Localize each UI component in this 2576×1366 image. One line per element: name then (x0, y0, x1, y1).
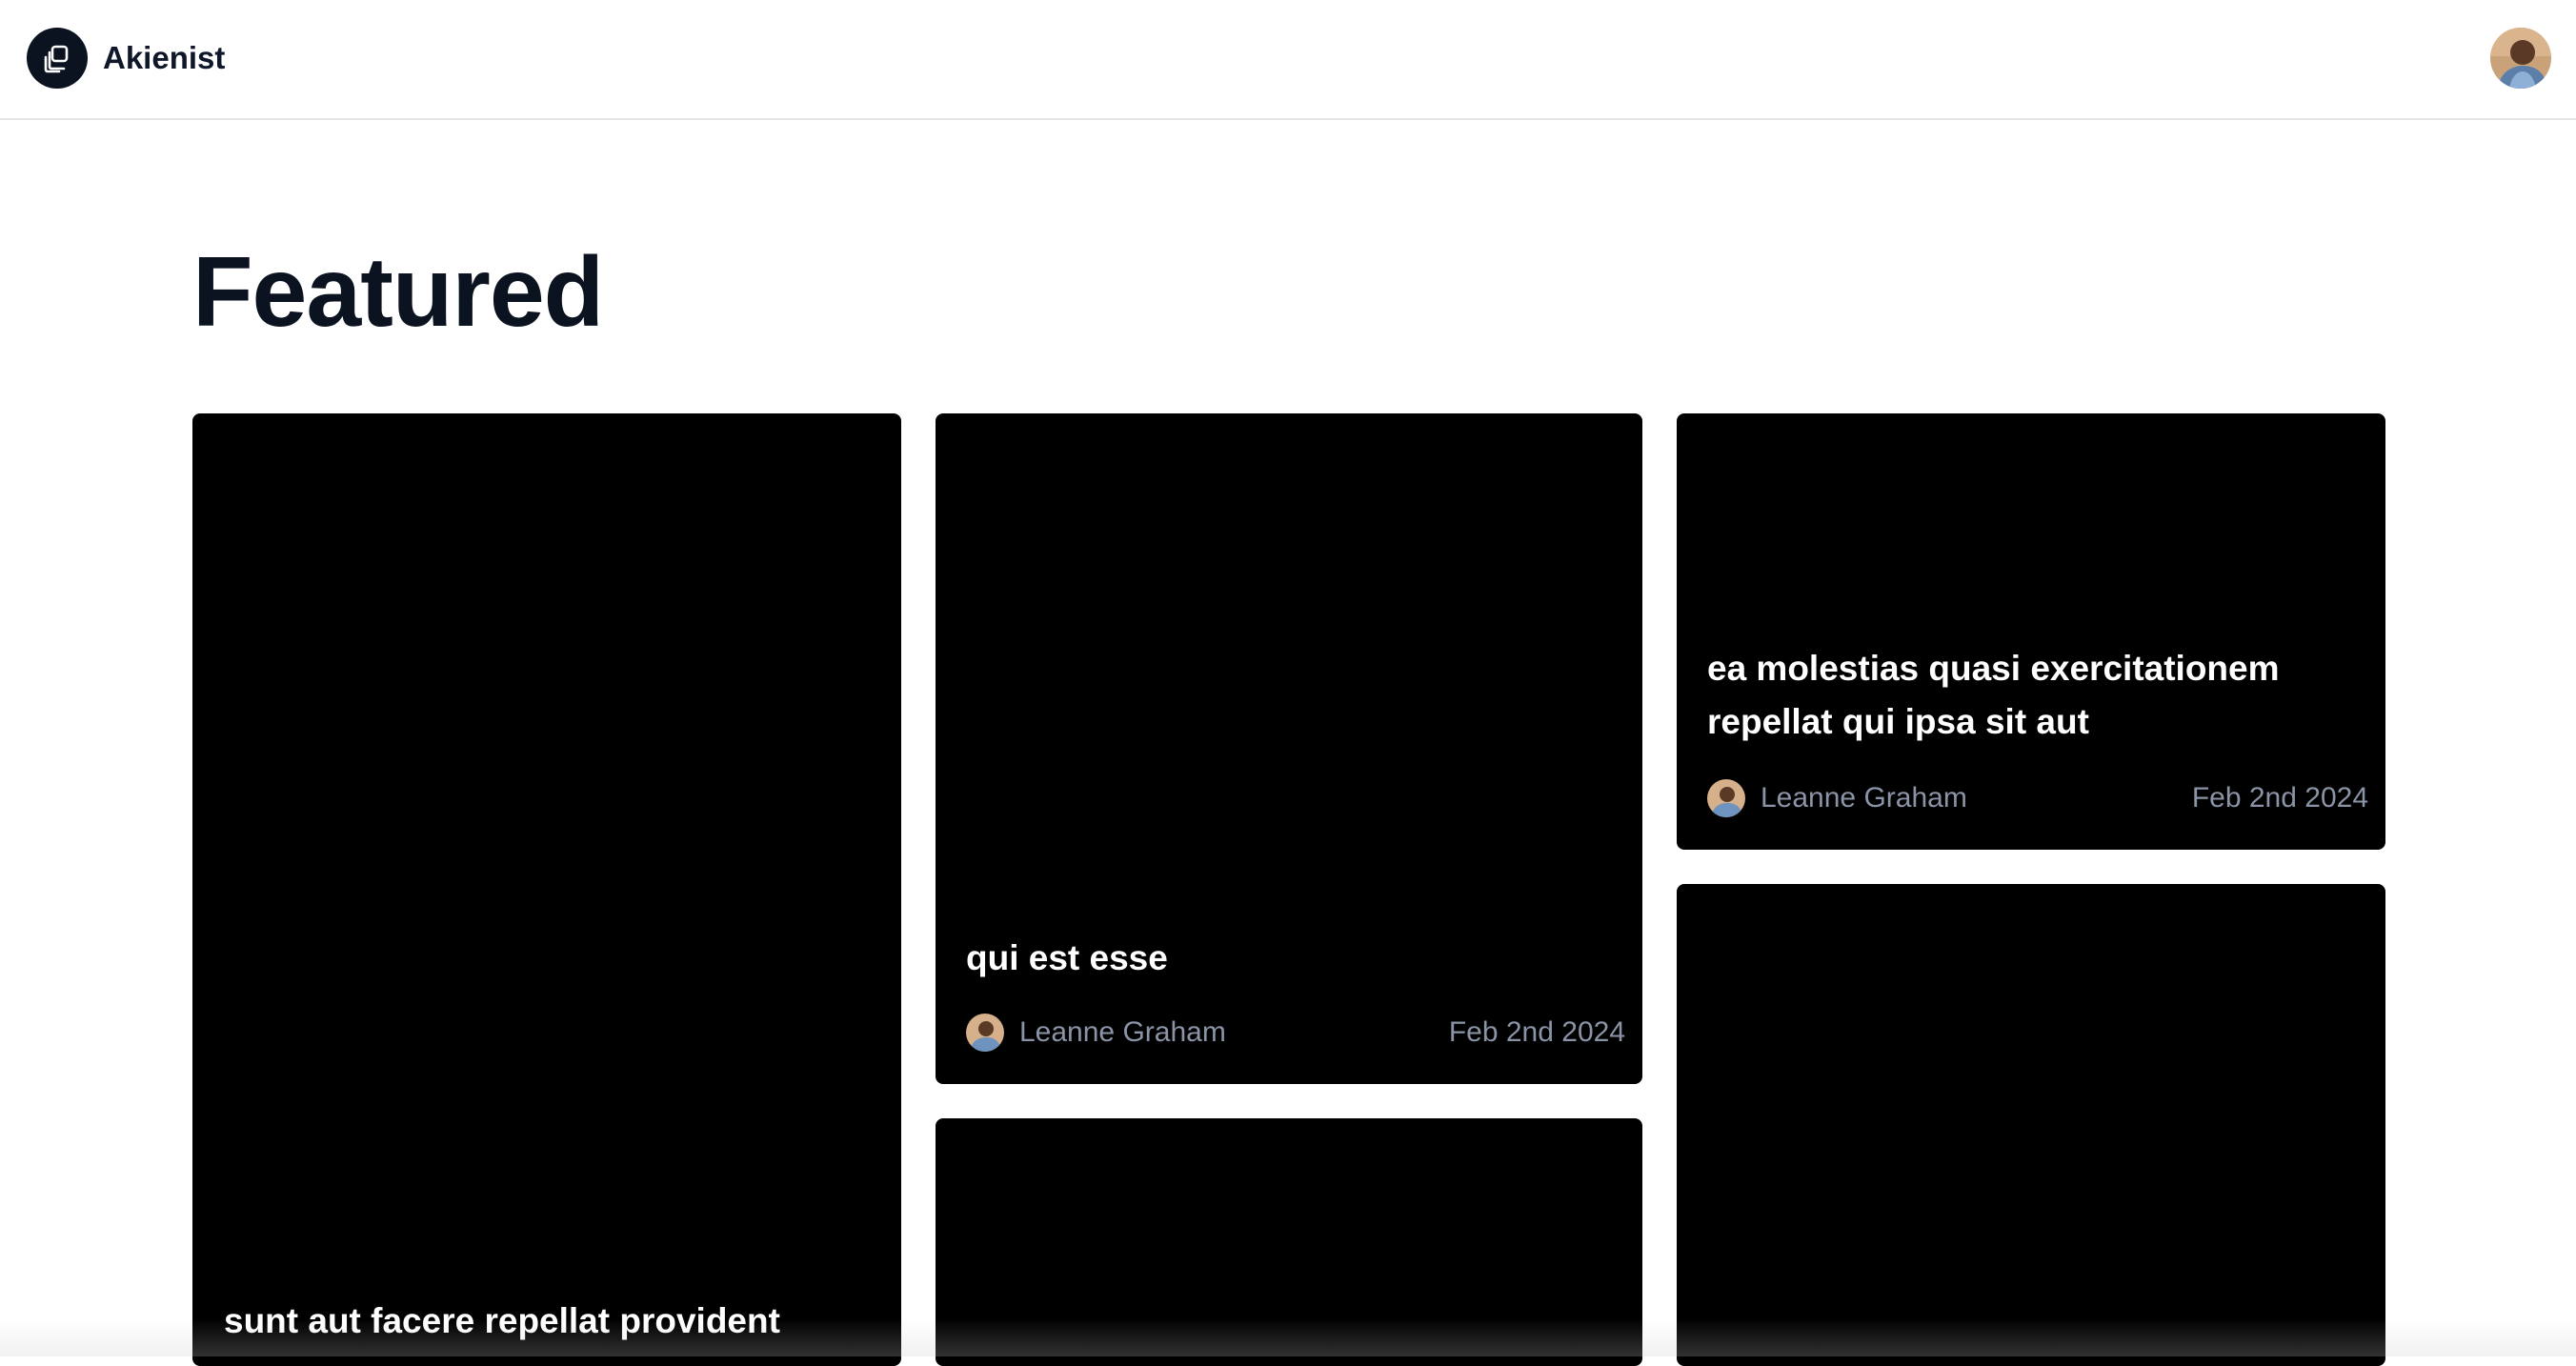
author-avatar (1707, 779, 1745, 817)
brand-name[interactable]: Akienist (103, 36, 225, 80)
author-name: Leanne Graham (1019, 1016, 1226, 1048)
featured-card[interactable]: qui est esse Leanne Graham Feb 2nd 2024 (936, 413, 1642, 1084)
card-title[interactable]: ea molestias quasi exercitationem repell… (1707, 642, 2336, 749)
featured-card[interactable] (1677, 884, 2385, 1366)
top-navbar: Akienist (0, 0, 2576, 120)
author-name: Leanne Graham (1761, 782, 1967, 814)
post-date: Feb 2nd 2024 (1448, 1016, 1625, 1048)
post-date: Feb 2nd 2024 (2191, 782, 2368, 814)
author-avatar (966, 1014, 1004, 1052)
featured-card[interactable]: ea molestias quasi exercitationem repell… (1677, 413, 2385, 850)
page-title: Featured (192, 237, 604, 348)
user-avatar[interactable] (2490, 28, 2551, 89)
card-title[interactable]: sunt aut facere repellat provident (224, 1295, 881, 1348)
card-title[interactable]: qui est esse (966, 932, 1614, 985)
stacked-squares-icon (44, 45, 69, 73)
user-avatar-image (2490, 28, 2551, 89)
logo[interactable] (27, 28, 88, 89)
featured-card[interactable] (936, 1118, 1642, 1366)
featured-card[interactable]: sunt aut facere repellat provident (192, 413, 901, 1366)
